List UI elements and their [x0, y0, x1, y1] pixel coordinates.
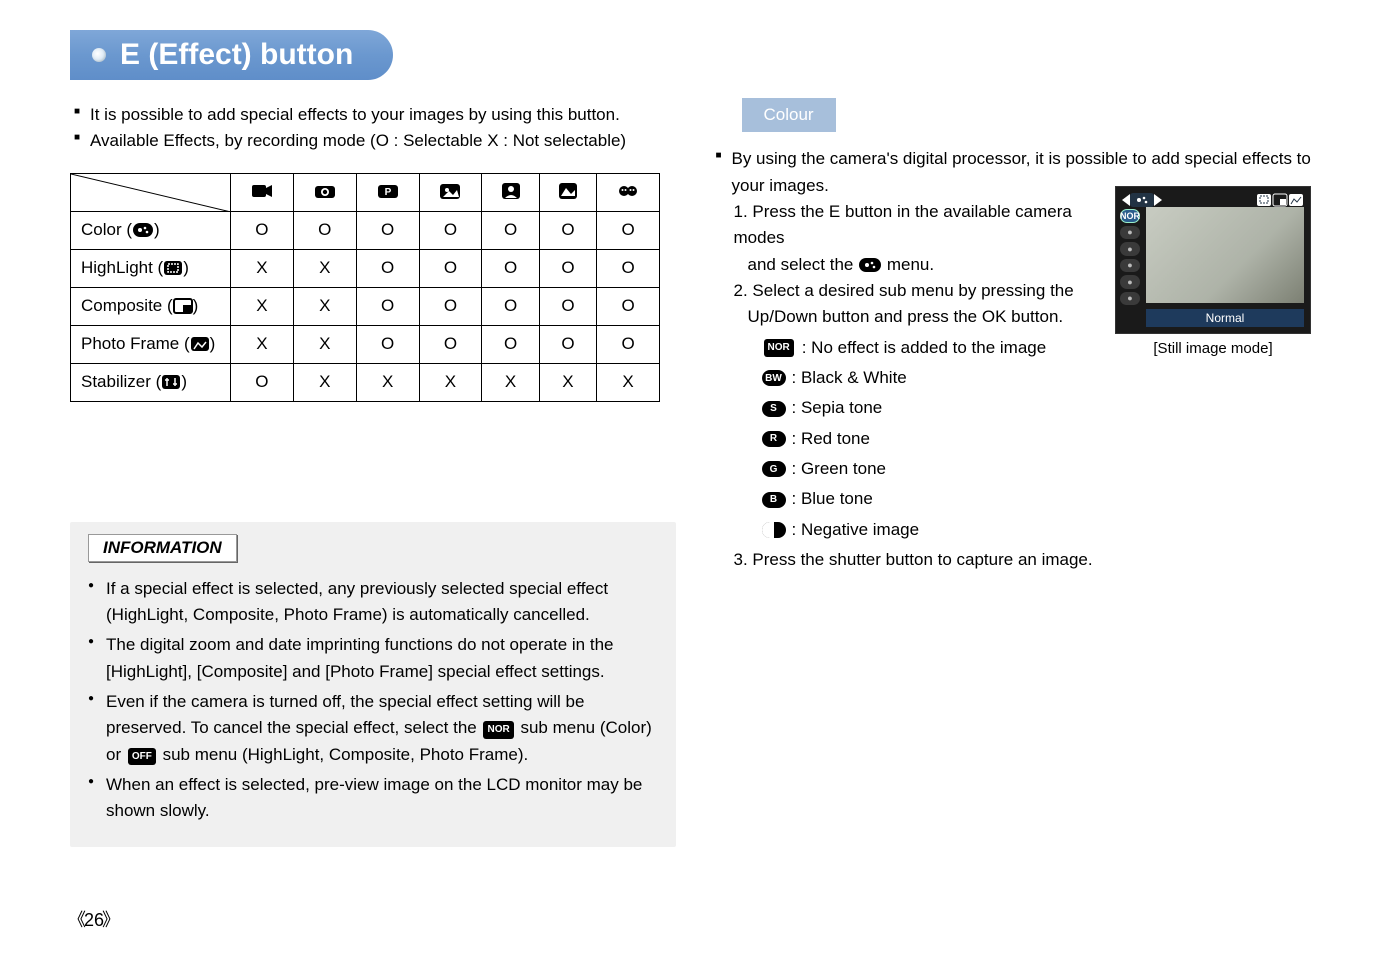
svg-text:P: P [384, 187, 391, 198]
colour-menu-icon [858, 257, 882, 273]
screen-left-icons: NOR ● ● ● ● ● [1120, 209, 1142, 305]
step-2: 2. Select a desired sub menu by pressing… [734, 278, 1124, 331]
step-3: 3. Press the shutter button to capture a… [734, 547, 1124, 573]
table-row: HighLight () XXOOOOO [71, 249, 660, 287]
blue-icon: B [762, 492, 786, 508]
information-box: INFORMATION If a special effect is selec… [70, 522, 676, 847]
highlight-top-icon [1256, 193, 1272, 207]
colour-header: Colour [742, 98, 836, 132]
info-item: When an effect is selected, pre-view ima… [88, 772, 658, 825]
effect-green: G: Green tone [762, 456, 1124, 482]
effect-bw: BW: Black & White [762, 365, 1124, 391]
red-icon: R [762, 431, 786, 447]
negative-icon [762, 522, 786, 538]
information-title: INFORMATION [88, 534, 237, 562]
step-1: 1. Press the E button in the available c… [734, 199, 1124, 278]
green-icon: G [762, 461, 786, 477]
page-title: E (Effect) button [120, 38, 353, 72]
page-number: 26 [68, 906, 120, 932]
information-list: If a special effect is selected, any pre… [88, 576, 658, 825]
left-red-icon: ● [1120, 259, 1140, 272]
effect-negative: : Negative image [762, 517, 1124, 543]
effect-blue: B: Blue tone [762, 486, 1124, 512]
left-green-icon: ● [1120, 275, 1140, 288]
bw-icon: BW [762, 370, 786, 386]
left-blue-icon: ● [1120, 292, 1140, 305]
colour-steps: 1. Press the E button in the available c… [734, 199, 1124, 573]
left-arrow-icon [1122, 194, 1130, 206]
screen-photo [1146, 207, 1304, 303]
header-bullet-icon [92, 48, 106, 62]
mode-icon-children [597, 173, 660, 211]
table-row: Photo Frame () XXOOOOO [71, 325, 660, 363]
colour-mode-chip-icon [1130, 193, 1154, 207]
off-chip-icon: OFF [128, 748, 156, 766]
mode-icon-portrait [482, 173, 539, 211]
camera-screen-preview: NOR ● ● ● ● ● Normal [Still image mode] [1115, 186, 1311, 357]
intro-list: It is possible to add special effects to… [74, 102, 676, 155]
page-header: E (Effect) button [70, 30, 1321, 80]
frame-top-icon [1288, 193, 1304, 207]
mode-icon-program: P [356, 173, 419, 211]
effect-options: NOR: No effect is added to the image BW:… [762, 335, 1124, 543]
sepia-icon: S [762, 401, 786, 417]
mode-icon-scene [419, 173, 482, 211]
intro-line-2: Available Effects, by recording mode (O … [74, 128, 676, 154]
effects-table: P Color () OOOOOOO HighLight () XXOOOOO … [70, 173, 660, 402]
left-nor-icon: NOR [1120, 209, 1140, 223]
nor-chip-icon: NOR [483, 721, 513, 739]
screen-normal-label: Normal [1146, 309, 1304, 327]
table-row: Color () OOOOOOO [71, 211, 660, 249]
table-row: Composite () XXOOOOO [71, 287, 660, 325]
info-item: The digital zoom and date imprinting fun… [88, 632, 658, 685]
left-bw-icon: ● [1120, 226, 1140, 239]
screen-box: NOR ● ● ● ● ● Normal [1115, 186, 1311, 334]
screen-caption: [Still image mode] [1115, 340, 1311, 357]
mode-icon-movie [231, 173, 294, 211]
left-column: It is possible to add special effects to… [70, 98, 676, 847]
right-arrow-icon [1154, 194, 1162, 206]
intro-line-1: It is possible to add special effects to… [74, 102, 676, 128]
nor-icon: NOR [764, 339, 794, 357]
table-row: Stabilizer () OXXXXXX [71, 363, 660, 401]
composite-top-icon [1272, 193, 1288, 207]
table-corner [71, 173, 231, 211]
mode-icon-landscape [539, 173, 596, 211]
effect-red: R: Red tone [762, 426, 1124, 452]
info-item: If a special effect is selected, any pre… [88, 576, 658, 629]
left-sepia-icon: ● [1120, 242, 1140, 255]
effect-nor: NOR: No effect is added to the image [762, 335, 1124, 361]
header-bar: E (Effect) button [70, 30, 393, 80]
mode-icon-camera [293, 173, 356, 211]
info-item: Even if the camera is turned off, the sp… [88, 689, 658, 768]
effect-sepia: S: Sepia tone [762, 395, 1124, 421]
